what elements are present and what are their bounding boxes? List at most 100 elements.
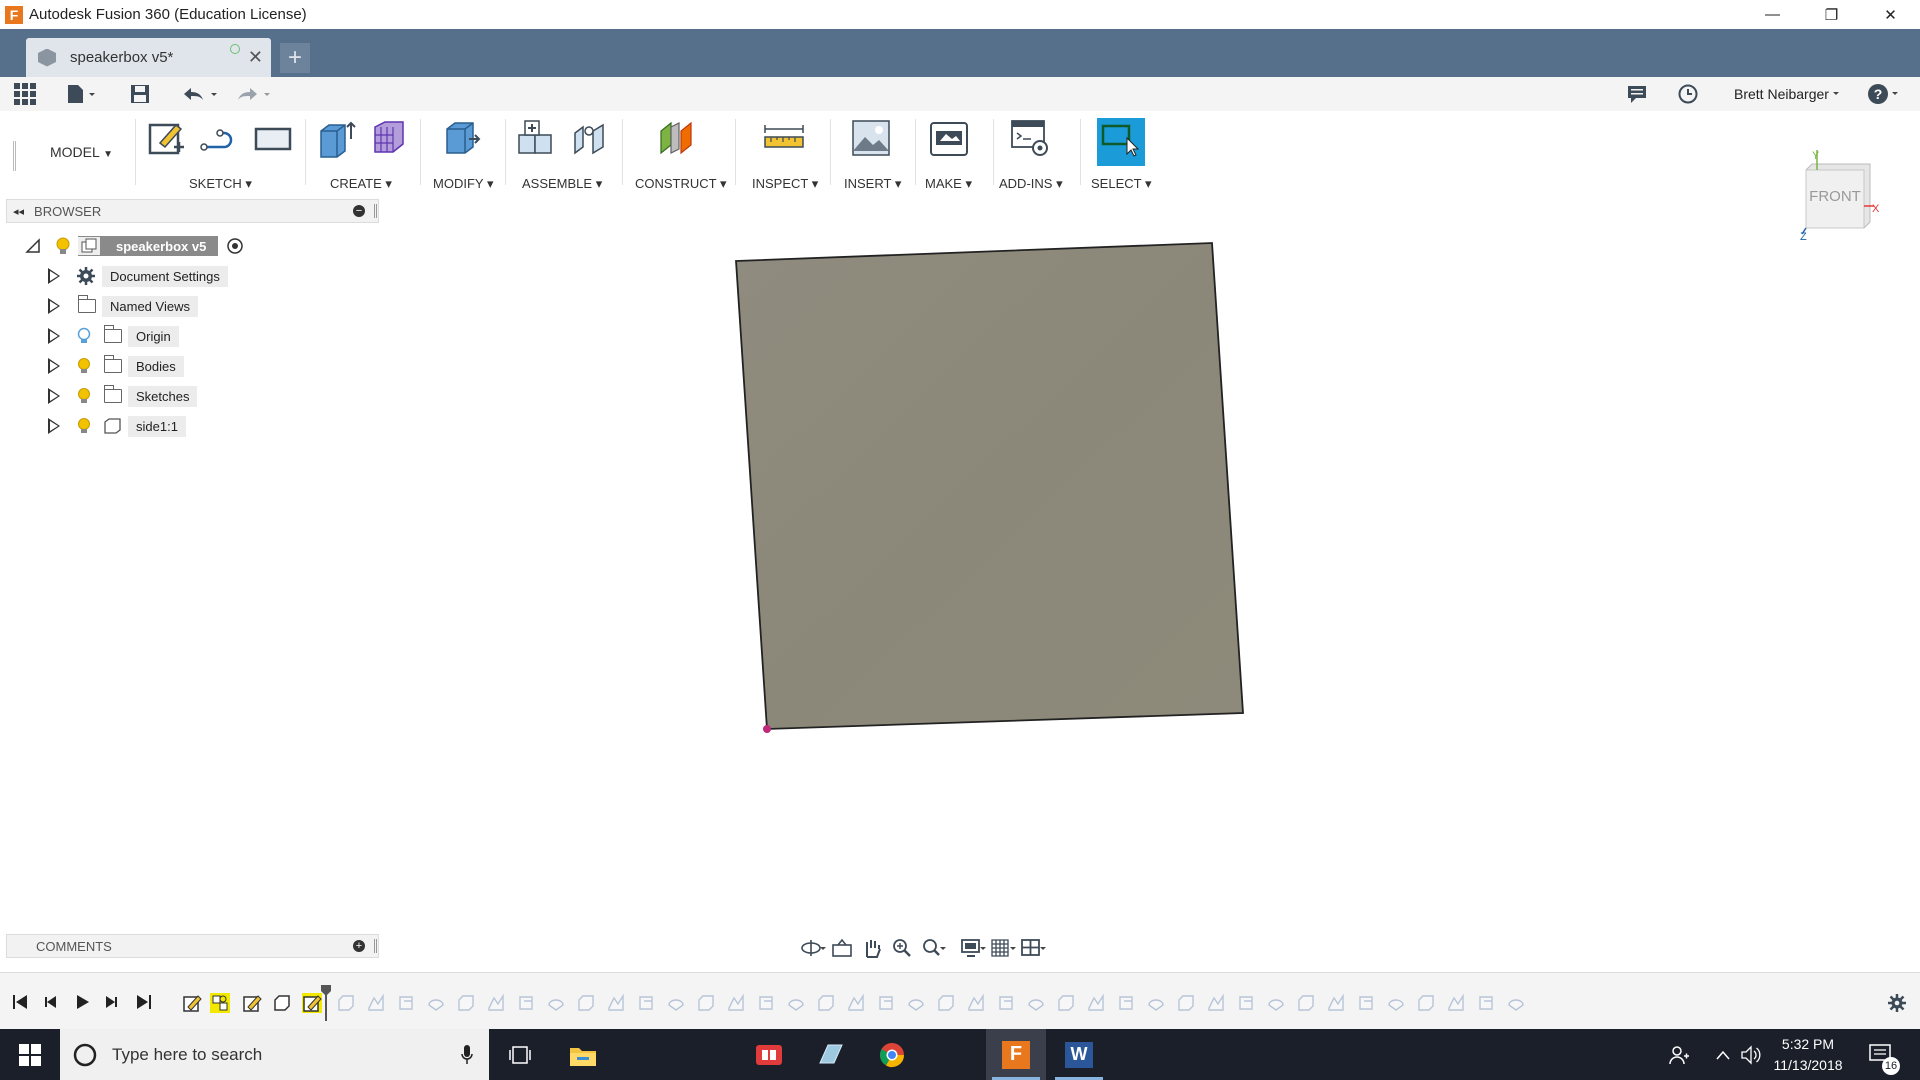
timeline-feature-icon[interactable] xyxy=(1236,993,1256,1013)
timeline-extrude-icon[interactable] xyxy=(272,993,292,1013)
go-to-start-icon[interactable] xyxy=(10,992,30,1012)
timeline-feature-icon[interactable] xyxy=(996,993,1016,1013)
timeline-feature-icon[interactable] xyxy=(366,993,386,1013)
display-settings-icon[interactable] xyxy=(960,937,986,959)
light-bulb-icon[interactable] xyxy=(76,387,92,405)
body-face[interactable] xyxy=(735,242,1244,730)
browser-item-named-views[interactable]: Named Views xyxy=(48,294,198,318)
step-forward-icon[interactable] xyxy=(102,992,122,1012)
3d-print-icon[interactable] xyxy=(928,117,970,159)
timeline-feature-icon[interactable] xyxy=(1086,993,1106,1013)
line-icon[interactable] xyxy=(198,117,240,159)
expand-triangle-icon[interactable] xyxy=(48,388,62,404)
redo-button[interactable] xyxy=(233,82,273,106)
look-at-icon[interactable] xyxy=(830,937,856,959)
timeline-feature-icon[interactable] xyxy=(606,993,626,1013)
restore-button[interactable]: ❐ xyxy=(1802,0,1861,29)
addins-group-menu[interactable]: ADD-INS ▾ xyxy=(999,176,1063,192)
offset-plane-icon[interactable] xyxy=(655,117,697,159)
file-menu-button[interactable] xyxy=(65,82,97,106)
timeline-feature-icon[interactable] xyxy=(1146,993,1166,1013)
panel-grip[interactable] xyxy=(374,939,377,953)
timeline-feature-icon[interactable] xyxy=(1026,993,1046,1013)
orbit-icon[interactable] xyxy=(800,937,826,959)
browser-item-sketches[interactable]: Sketches xyxy=(48,384,198,408)
panel-grip[interactable] xyxy=(374,204,377,218)
inspect-group-menu[interactable]: INSPECT ▾ xyxy=(752,176,818,192)
joint-icon[interactable] xyxy=(569,117,611,159)
undo-button[interactable] xyxy=(180,82,220,106)
taskbar-fusion360[interactable]: F xyxy=(986,1029,1046,1080)
timeline-feature-icon[interactable] xyxy=(786,993,806,1013)
user-menu[interactable]: Brett Neibarger xyxy=(1734,82,1843,106)
taskbar-chrome[interactable] xyxy=(862,1029,922,1080)
data-panel-button[interactable] xyxy=(14,82,36,106)
taskbar-word[interactable]: W xyxy=(1049,1029,1109,1080)
viewports-icon[interactable] xyxy=(1020,937,1046,959)
expand-triangle-icon[interactable] xyxy=(48,358,62,374)
timeline-feature-icon[interactable] xyxy=(1446,993,1466,1013)
timeline-feature-icon[interactable] xyxy=(666,993,686,1013)
expand-triangle-icon[interactable] xyxy=(48,298,62,314)
collapse-panel-icon[interactable]: ◂◂ xyxy=(13,205,24,218)
timeline-component-icon[interactable] xyxy=(210,993,230,1013)
light-bulb-icon[interactable] xyxy=(54,236,72,256)
people-button[interactable] xyxy=(1668,1029,1690,1080)
pan-icon[interactable] xyxy=(860,937,886,959)
step-back-icon[interactable] xyxy=(40,992,60,1012)
make-group-menu[interactable]: MAKE ▾ xyxy=(925,176,972,192)
expanded-triangle-icon[interactable] xyxy=(24,238,42,254)
expand-triangle-icon[interactable] xyxy=(48,418,62,434)
timeline-feature-icon[interactable] xyxy=(1356,993,1376,1013)
assemble-group-menu[interactable]: ASSEMBLE ▾ xyxy=(522,176,602,192)
minimize-button[interactable]: — xyxy=(1743,0,1802,29)
viewcube[interactable]: FRONT Y X Z xyxy=(1800,150,1880,240)
zoom-window-icon[interactable] xyxy=(920,937,946,959)
timeline-feature-icon[interactable] xyxy=(936,993,956,1013)
construct-group-menu[interactable]: CONSTRUCT ▾ xyxy=(635,176,727,192)
origin-point-marker[interactable] xyxy=(763,725,771,733)
select-group-menu[interactable]: SELECT ▾ xyxy=(1091,176,1151,192)
measure-icon[interactable] xyxy=(763,117,805,159)
timeline-feature-icon[interactable] xyxy=(906,993,926,1013)
timeline-feature-icon[interactable] xyxy=(456,993,476,1013)
timeline-feature-icon[interactable] xyxy=(636,993,656,1013)
document-tab[interactable]: speakerbox v5* ✕ xyxy=(26,38,271,77)
browser-item-side1[interactable]: side1:1 xyxy=(48,414,186,438)
modify-group-menu[interactable]: MODIFY ▾ xyxy=(433,176,493,192)
timeline-feature-icon[interactable] xyxy=(1326,993,1346,1013)
play-icon[interactable] xyxy=(72,992,92,1012)
sketch-group-menu[interactable]: SKETCH ▾ xyxy=(189,176,252,192)
timeline-feature-icon[interactable] xyxy=(1506,993,1526,1013)
insert-image-icon[interactable] xyxy=(850,117,892,159)
timeline-feature-icon[interactable] xyxy=(726,993,746,1013)
go-to-end-icon[interactable] xyxy=(134,992,154,1012)
close-button[interactable]: ✕ xyxy=(1861,0,1920,29)
timeline-feature-icon[interactable] xyxy=(696,993,716,1013)
timeline-feature-icon[interactable] xyxy=(966,993,986,1013)
timeline-feature-icon[interactable] xyxy=(1176,993,1196,1013)
timeline-feature-icon[interactable] xyxy=(876,993,896,1013)
add-comment-icon[interactable]: + xyxy=(353,940,365,952)
taskbar-app-sketch[interactable] xyxy=(800,1029,860,1080)
form-icon[interactable] xyxy=(369,117,411,159)
light-bulb-icon[interactable] xyxy=(76,417,92,435)
timeline-feature-icon[interactable] xyxy=(1296,993,1316,1013)
timeline-feature-icon[interactable] xyxy=(396,993,416,1013)
start-button[interactable] xyxy=(0,1029,60,1080)
light-bulb-icon[interactable] xyxy=(76,357,92,375)
notifications-button[interactable] xyxy=(1626,82,1648,106)
rectangle-icon[interactable] xyxy=(252,117,294,159)
activate-radio-icon[interactable] xyxy=(226,237,244,255)
browser-root-row[interactable]: speakerbox v5 xyxy=(24,234,244,258)
expand-triangle-icon[interactable] xyxy=(48,268,62,284)
timeline-feature-icon[interactable] xyxy=(816,993,836,1013)
job-status-button[interactable] xyxy=(1677,82,1699,106)
scripts-addins-icon[interactable] xyxy=(1009,117,1051,159)
timeline-feature-icon[interactable] xyxy=(1386,993,1406,1013)
taskbar-search-box[interactable]: Type here to search xyxy=(60,1029,489,1080)
browser-item-origin[interactable]: Origin xyxy=(48,324,179,348)
timeline-feature-icon[interactable] xyxy=(426,993,446,1013)
zoom-icon[interactable] xyxy=(890,937,916,959)
toggle-panel-icon[interactable]: − xyxy=(353,205,365,217)
